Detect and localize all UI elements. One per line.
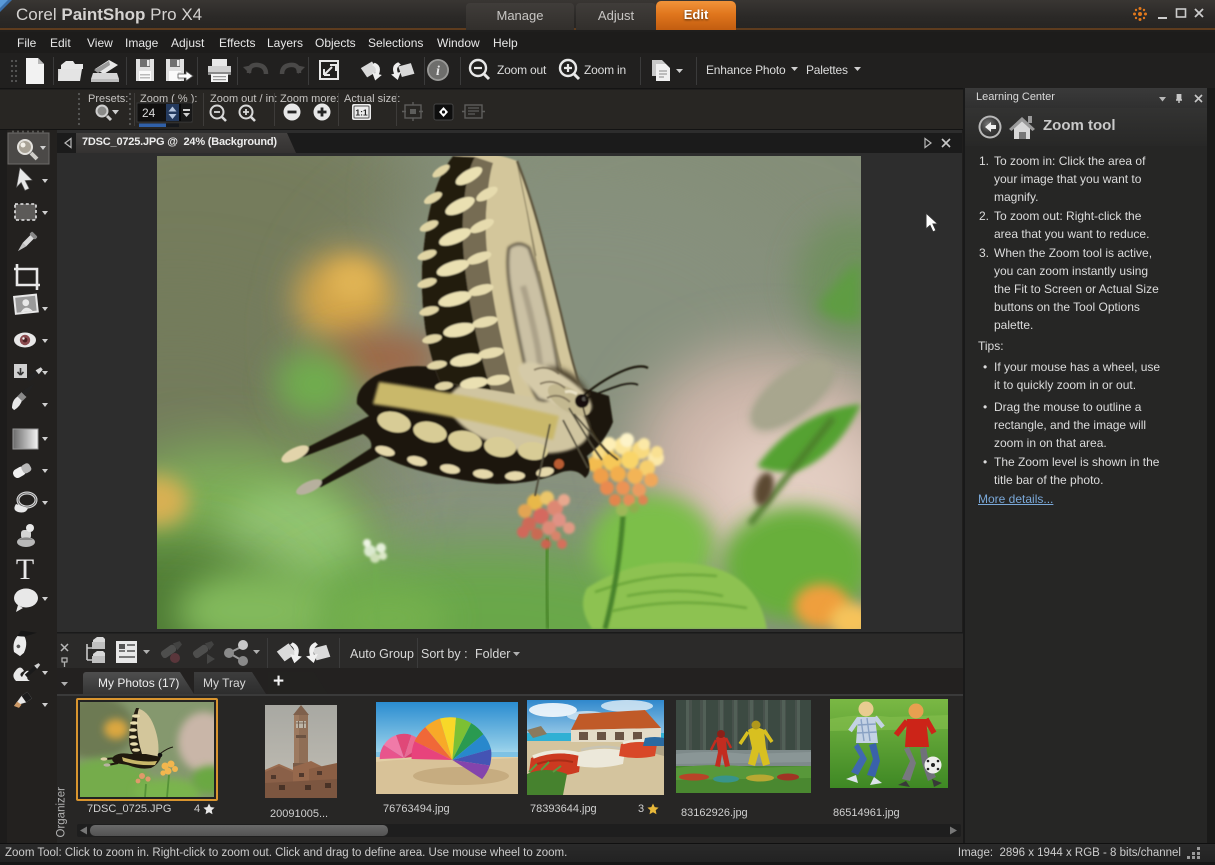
svg-text:Zoom more:: Zoom more: [280,93,339,105]
svg-text:Sort by :: Sort by : [421,647,468,661]
svg-text:T: T [16,553,34,586]
svg-text:Folder: Folder [475,647,510,661]
svg-text:Organizer: Organizer [56,787,68,838]
svg-text:Enhance Photo: Enhance Photo [706,63,786,77]
svg-text:i: i [436,64,440,79]
svg-text:1:1: 1:1 [355,108,368,118]
svg-text:Palettes: Palettes [806,63,848,77]
svg-text:24: 24 [142,106,156,120]
svg-text:Actual size:: Actual size: [344,93,400,105]
svg-text:Zoom in: Zoom in [584,63,626,77]
svg-text:Auto Group: Auto Group [350,647,414,661]
svg-text:Presets:: Presets: [88,93,128,105]
svg-text:Zoom out / in:: Zoom out / in: [210,93,277,105]
svg-text:Zoom out: Zoom out [497,63,547,77]
